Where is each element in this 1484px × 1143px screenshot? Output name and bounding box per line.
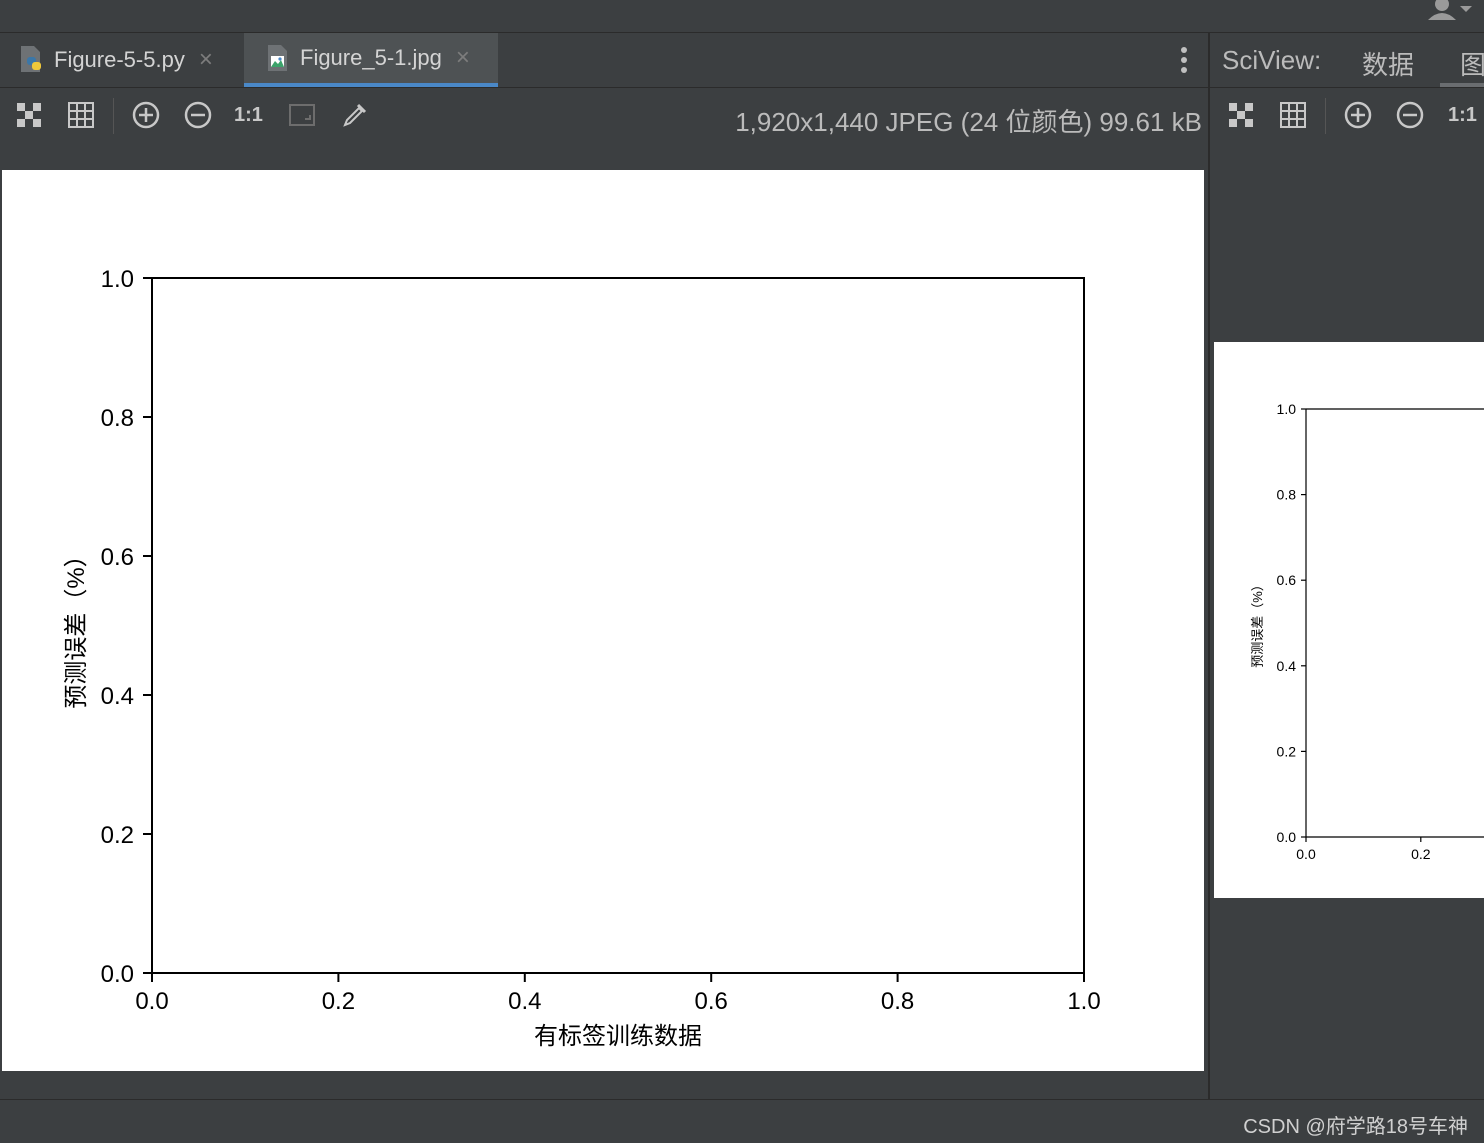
thumbnail-y-tick-label: 0.8 [1277, 487, 1297, 503]
toolbar-separator [113, 98, 114, 134]
thumbnail-chart: 0.0 0.2 0.0 0.2 0.4 0.6 0.8 1.0 预测误差（%） [1250, 401, 1484, 862]
plot-thumbnail[interactable]: 0.0 0.2 0.0 0.2 0.4 0.6 0.8 1.0 预测误差（%） [1214, 342, 1484, 898]
x-tick-label: 0.2 [322, 988, 355, 1015]
x-tick-label: 1.0 [1067, 988, 1100, 1015]
chart: 0.0 0.2 0.4 0.6 0.8 1.0 0.0 0.2 0.4 0.6 0.8 1.0 有标… [63, 266, 1101, 1050]
fit-zoom-icon[interactable] [287, 100, 317, 130]
y-axis-label: 预测误差（%） [63, 543, 90, 708]
toolbar-separator [1325, 98, 1326, 134]
y-tick-label: 1.0 [101, 266, 134, 293]
watermark-text: CSDN @府学路18号车神 [1243, 1116, 1468, 1138]
tab-plots-indicator [1440, 83, 1484, 87]
more-options-icon[interactable] [1176, 45, 1192, 75]
image-viewer: 0.0 0.2 0.4 0.6 0.8 1.0 0.0 0.2 0.4 0.6 0.8 1.0 有标… [2, 170, 1204, 1071]
python-file-icon [21, 46, 41, 72]
plot-frame [151, 277, 1085, 974]
y-tick-label: 0.4 [101, 683, 134, 710]
tab-plots[interactable]: 图 [1460, 45, 1484, 82]
color-picker-icon[interactable] [340, 100, 370, 130]
close-tab-icon[interactable]: × [456, 44, 470, 72]
image-info-label: 1,920x1,440 JPEG (24 位颜色) 99.61 kB [735, 107, 1202, 137]
x-tick-label: 0.6 [695, 988, 728, 1015]
y-tick-label: 0.8 [101, 405, 134, 432]
thumbnail-y-tick-label: 0.4 [1277, 658, 1297, 674]
tab-label: Figure-5-5.py [54, 47, 185, 72]
thumbnail-y-tick-label: 0.2 [1277, 743, 1297, 759]
zoom-out-icon[interactable] [1395, 100, 1425, 130]
y-tick-label: 0.2 [101, 822, 134, 849]
sciview-toolbar: 1:1 [1210, 88, 1484, 144]
zoom-in-icon[interactable] [1343, 100, 1373, 130]
editor-tab-bar: Figure-5-5.py × Figure_5-1.jpg × [0, 33, 1208, 88]
tab-data[interactable]: 数据 [1362, 45, 1414, 82]
chessboard-background-icon[interactable] [1226, 100, 1256, 130]
x-axis-label: 有标签训练数据 [534, 1023, 702, 1050]
thumbnail-plot-frame [1305, 408, 1484, 838]
y-tick-label: 0.6 [101, 544, 134, 571]
thumbnail-y-tick-label: 0.0 [1277, 829, 1297, 845]
tab-label: Figure_5-1.jpg [300, 45, 442, 70]
thumbnail-y-tick-label: 0.6 [1277, 572, 1297, 588]
thumbnail-x-tick-label: 0.0 [1296, 846, 1316, 862]
thumbnail-x-tick-label: 0.2 [1411, 846, 1431, 862]
close-tab-icon[interactable]: × [199, 46, 213, 74]
panel-splitter[interactable] [1208, 33, 1210, 1099]
image-toolbar: 1:1 1,920x1,440 JPEG (24 位颜色) 99.61 kB [0, 88, 1208, 144]
tab-figure-5-1-jpg[interactable]: Figure_5-1.jpg × [244, 33, 498, 87]
x-tick-label: 0.0 [135, 988, 168, 1015]
title-strip [0, 0, 1484, 33]
x-tick-label: 0.4 [508, 988, 541, 1015]
thumbnail-y-axis-label: 预测误差（%） [1250, 578, 1265, 668]
sciview-title: SciView: [1222, 45, 1322, 75]
zoom-out-icon[interactable] [183, 100, 213, 130]
grid-icon[interactable] [1278, 100, 1308, 130]
image-file-icon [268, 45, 287, 71]
sciview-header: SciView: 数据 图 [1210, 33, 1484, 88]
actual-size-button[interactable]: 1:1 [234, 104, 268, 134]
tab-figure-5-5-py[interactable]: Figure-5-5.py × [0, 33, 244, 87]
zoom-in-icon[interactable] [131, 100, 161, 130]
thumbnail-y-tick-label: 1.0 [1277, 401, 1297, 417]
status-bar: CSDN @府学路18号车神 [0, 1099, 1484, 1143]
actual-size-button[interactable]: 1:1 [1448, 104, 1482, 134]
x-tick-label: 0.8 [881, 988, 914, 1015]
y-tick-label: 0.0 [101, 961, 134, 988]
user-account-icon[interactable] [1424, 0, 1474, 22]
chessboard-background-icon[interactable] [14, 100, 44, 130]
grid-icon[interactable] [66, 100, 96, 130]
